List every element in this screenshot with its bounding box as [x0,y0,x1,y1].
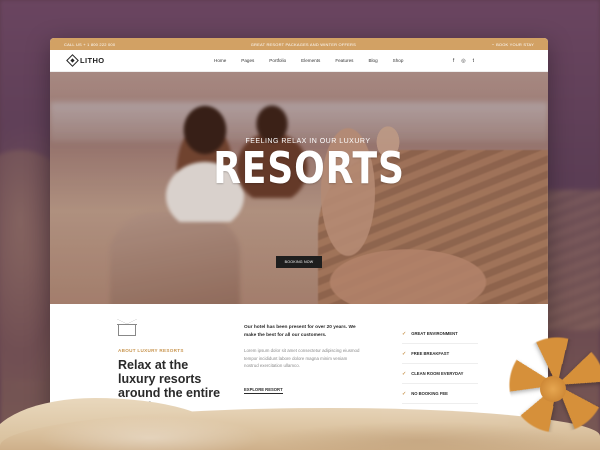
explore-resort-link[interactable]: EXPLORE RESORT [244,387,283,394]
hero-text: FEELING RELAX IN OUR LUXURY RESORTS [50,138,548,193]
website-window: CALL US + 1 800 222 000 GREAT RESORT PAC… [50,38,548,428]
logo[interactable]: LITHO [66,54,164,67]
about-eyebrow: ABOUT LUXURY RESORTS [118,348,184,353]
logo-icon [66,54,79,67]
menu-item-blog[interactable]: Blog [368,58,377,63]
menu-item-pages[interactable]: Pages [241,58,254,63]
check-icon: ✓ [402,390,407,397]
top-bar: CALL US + 1 800 222 000 GREAT RESORT PAC… [50,38,548,50]
logo-text: LITHO [80,56,105,65]
twitter-icon[interactable]: t [473,58,474,64]
menu-item-portfolio[interactable]: Portfolio [269,58,286,63]
book-stay-link[interactable]: ◔ BOOK YOUR STAY [491,42,534,47]
hero-title: RESORTS [213,143,405,194]
check-icon: ✓ [402,330,407,337]
feature-item: ✓ GREAT ENVIRONMENT [402,324,478,344]
menu-item-shop[interactable]: Shop [393,58,404,63]
hero-slider: FEELING RELAX IN OUR LUXURY RESORTS BOOK… [50,72,548,304]
menu-item-elements[interactable]: Elements [301,58,320,63]
social-links: f ◎ t [453,58,530,64]
navbar: LITHO Home Pages Portfolio Elements Feat… [50,50,548,72]
facebook-icon[interactable]: f [453,58,454,64]
about-lead: Our hotel has been present for over 20 y… [244,325,356,338]
clock-icon: ◔ [491,41,495,47]
about-body: Lorem ipsum dolor sit amet consectetur a… [244,348,360,368]
about-description: Our hotel has been present for over 20 y… [244,324,362,370]
feature-list: ✓ GREAT ENVIRONMENT ✓ FREE BREAKFAST ✓ C… [402,324,478,404]
feature-item: ✓ FREE BREAKFAST [402,344,478,364]
booking-button[interactable]: BOOKING NOW [276,256,322,268]
menu-item-home[interactable]: Home [214,58,226,63]
resort-building-icon [117,319,137,336]
check-icon: ✓ [402,350,407,357]
feature-item: ✓ NO BOOKING FEE [402,384,478,404]
promo-text: GREAT RESORT PACKAGES AND WINTER OFFERS [250,41,356,47]
instagram-icon[interactable]: ◎ [461,58,465,64]
check-icon: ✓ [402,370,407,377]
main-menu: Home Pages Portfolio Elements Features B… [214,58,403,63]
menu-item-features[interactable]: Features [335,58,353,63]
phone-text: CALL US + 1 800 222 000 [64,41,116,47]
feature-item: ✓ CLEAN ROOM EVERYDAY [402,364,478,384]
starfish-center [540,376,566,402]
